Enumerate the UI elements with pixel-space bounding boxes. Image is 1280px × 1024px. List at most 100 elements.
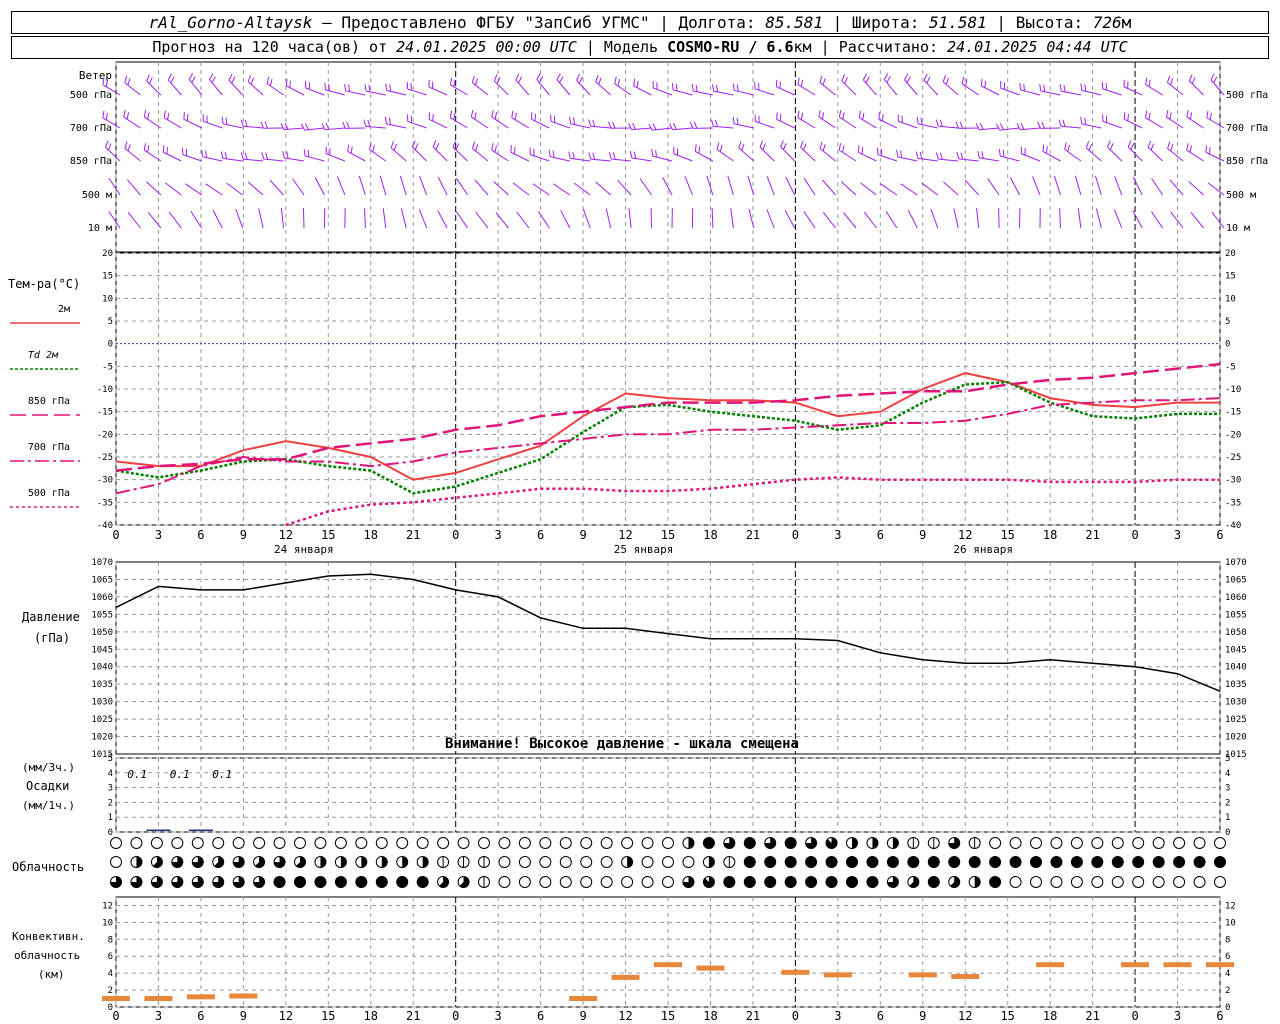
- pressure-unit: (гПа): [34, 631, 70, 645]
- wind-level-label-left: 500 гПа: [70, 90, 112, 101]
- x-tick-label: 0: [112, 1009, 119, 1023]
- wind-barb: [550, 120, 570, 129]
- temp-tick-right: -20: [1225, 430, 1241, 440]
- wind-barb: [302, 207, 305, 229]
- wind-barb: [212, 209, 223, 229]
- x-tick-label: 12: [958, 528, 972, 542]
- cloud-fill: [294, 876, 306, 888]
- wind-barb-feather: [364, 84, 367, 92]
- wind-barb: [797, 117, 816, 129]
- wind-barb: [1151, 178, 1164, 196]
- wind-barb-feather: [1150, 143, 1155, 151]
- wind-barb: [590, 158, 611, 162]
- day-label: 24 января: [274, 543, 334, 556]
- cloud-fill: [1112, 856, 1124, 868]
- wind-barb-feather: [838, 143, 842, 151]
- wind-barb-feather: [916, 116, 919, 124]
- conv-tick-right: 6: [1225, 952, 1230, 962]
- cloud-symbol: [662, 876, 674, 888]
- wind-barb-feather: [363, 119, 367, 127]
- wind-barb: [314, 177, 325, 196]
- wind-barb-feather: [612, 152, 616, 160]
- cloud-symbol: [457, 837, 470, 849]
- conv-tick-left: 10: [102, 918, 113, 928]
- pres-tick-right: 1070: [1225, 558, 1247, 568]
- cloud-symbol: [1152, 837, 1165, 849]
- wind-barb-feather: [428, 112, 431, 120]
- wind-barb: [491, 149, 509, 162]
- wind-barb: [1150, 211, 1164, 229]
- wind-barb-feather: [1088, 143, 1093, 151]
- wind-level-label-right: 500 гПа: [1226, 90, 1268, 101]
- cloud-symbol: [989, 837, 1002, 849]
- wind-barb-feather: [414, 143, 419, 150]
- wind-barb-feather: [307, 150, 310, 158]
- x-tick-label: 21: [746, 1009, 760, 1023]
- wind-barb-feather: [1042, 144, 1045, 152]
- wind-barb-feather: [1067, 144, 1071, 152]
- wind-barb-feather: [617, 79, 621, 87]
- wind-barb-feather: [209, 73, 214, 80]
- wind-barb-feather: [449, 110, 453, 118]
- x-tick-label: 15: [661, 1009, 675, 1023]
- wind-barb-feather: [1210, 73, 1215, 81]
- temp-tick-left: -10: [97, 385, 113, 395]
- conv-tick-right: 8: [1225, 935, 1230, 945]
- wind-barb: [1000, 87, 1020, 96]
- wind-barb: [432, 146, 448, 162]
- x-tick-label: 15: [1000, 528, 1014, 542]
- wind-barb: [652, 155, 673, 162]
- wind-barb: [537, 210, 550, 229]
- wind-barb-feather: [714, 119, 718, 127]
- wind-barb: [284, 157, 305, 162]
- cloud-symbol: [273, 837, 286, 849]
- wind-barb-feather: [1127, 140, 1132, 147]
- wind-barb-feather: [980, 78, 983, 86]
- pressure-label: Давление: [22, 610, 80, 624]
- wind-barb: [366, 90, 386, 96]
- cloud-fill: [846, 876, 858, 888]
- wind-barb-feather: [228, 73, 233, 81]
- wind-level-label-left: 500 м: [82, 190, 112, 201]
- wind-barb-feather: [858, 110, 861, 118]
- wind-barb-feather: [779, 113, 782, 122]
- cloud-fill: [1173, 856, 1185, 868]
- x-tick-label: 3: [1174, 528, 1181, 542]
- wind-barb-feather: [1167, 75, 1171, 83]
- wind-barb-feather: [224, 151, 228, 159]
- cloud-fill: [396, 876, 408, 888]
- wind-barb-feather: [342, 121, 346, 129]
- cloud-fill: [785, 856, 797, 868]
- wind-barb-feather: [797, 110, 800, 118]
- wind-barb-feather: [741, 143, 745, 151]
- conv-bar: [569, 996, 598, 1002]
- wind-barb: [382, 208, 387, 229]
- wind-barb: [907, 209, 918, 229]
- conv-bar: [1206, 962, 1234, 968]
- legend-label: Td 2м: [28, 350, 59, 361]
- x-tick-label: 0: [452, 1009, 459, 1023]
- conv-label-1: Конвективн.: [12, 930, 85, 943]
- wind-barb-feather: [388, 117, 392, 125]
- wind-barb: [785, 176, 796, 196]
- legend-label: 500 гПа: [28, 488, 70, 499]
- x-tick-label: 6: [197, 1009, 204, 1023]
- wind-barb: [1021, 153, 1041, 162]
- wind-barb: [202, 156, 223, 162]
- cloud-symbol: [498, 876, 511, 888]
- wind-barb-feather: [1059, 84, 1062, 92]
- cloud-fill: [805, 856, 817, 868]
- x-tick-label: 3: [495, 1009, 502, 1023]
- wind-barb-feather: [393, 143, 397, 151]
- cloud-symbol: [539, 876, 552, 888]
- cloud-symbol: [539, 837, 552, 849]
- wind-barb: [672, 89, 693, 96]
- wind-barb-feather: [162, 145, 165, 153]
- cloud-fill: [340, 856, 347, 868]
- cloud-symbol: [355, 837, 368, 849]
- x-tick-label: 6: [1216, 528, 1223, 542]
- precip-tick-left: 0: [108, 828, 113, 838]
- day-label: 25 января: [614, 543, 674, 556]
- wind-barb: [880, 183, 898, 196]
- wind-barb: [1188, 181, 1204, 196]
